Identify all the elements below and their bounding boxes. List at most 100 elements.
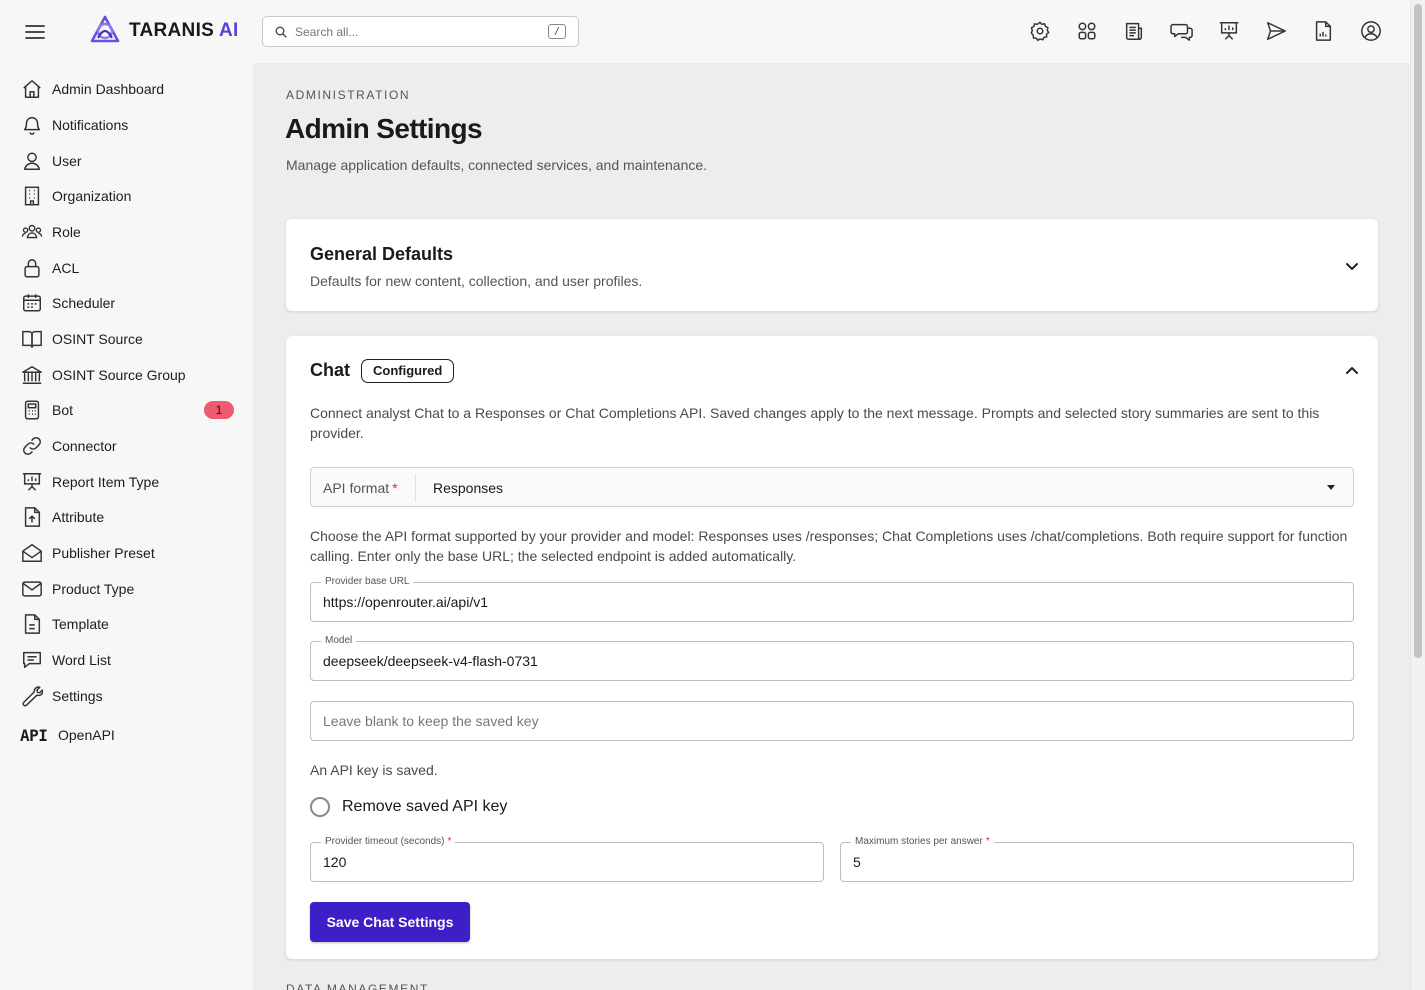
- general-defaults-description: Defaults for new content, collection, an…: [310, 273, 643, 289]
- sidebar-item-connector[interactable]: Connector: [20, 431, 240, 461]
- api-format-value: Responses: [433, 480, 504, 496]
- sidebar-item-label: Scheduler: [52, 295, 116, 311]
- sidebar-item-label: OSINT Source: [52, 331, 143, 347]
- provider-timeout-input[interactable]: [323, 854, 810, 870]
- sidebar-item-label: Report Item Type: [52, 474, 160, 490]
- main-content: ADMINISTRATION Admin Settings Manage app…: [253, 63, 1410, 990]
- top-nav-icons: [1016, 14, 1394, 48]
- sidebar-item-label: Admin Dashboard: [52, 81, 165, 97]
- sidebar-item-label: Settings: [52, 688, 103, 704]
- sidebar-item-label: OSINT Source Group: [52, 367, 186, 383]
- remove-api-key-option[interactable]: Remove saved API key: [310, 797, 507, 817]
- sidebar-item-osint-source[interactable]: OSINT Source: [20, 324, 240, 354]
- global-search[interactable]: /: [262, 16, 579, 47]
- provider-timeout-label: Provider timeout (seconds) *: [321, 836, 456, 848]
- institution-icon: [20, 363, 44, 387]
- page-eyebrow: ADMINISTRATION: [286, 88, 411, 102]
- sidebar-item-report-item-type[interactable]: Report Item Type: [20, 467, 240, 497]
- top-bar: TARANIS AI /: [0, 0, 1410, 63]
- search-icon: [275, 26, 287, 38]
- api-format-label: API format *: [323, 480, 398, 496]
- sidebar-item-scheduler[interactable]: Scheduler: [20, 288, 240, 318]
- sidebar-item-label: Word List: [52, 652, 111, 668]
- model-label: Model: [321, 635, 357, 647]
- dashboard-grid-icon[interactable]: [1063, 14, 1110, 48]
- taranis-logo-icon: [90, 15, 120, 43]
- page-scrollbar[interactable]: [1410, 0, 1425, 990]
- api-key-input[interactable]: [323, 713, 1313, 729]
- newspaper-icon[interactable]: [1111, 14, 1158, 48]
- sidebar-item-label: Notifications: [52, 117, 129, 133]
- sidebar-item-word-list[interactable]: Word List: [20, 645, 240, 675]
- chevron-up-icon[interactable]: [1342, 361, 1362, 381]
- provider-base-url-input[interactable]: [323, 594, 1313, 610]
- calculator-icon: [20, 398, 44, 422]
- provider-base-url-label: Provider base URL: [321, 576, 414, 588]
- scrollbar-thumb[interactable]: [1414, 4, 1422, 658]
- home-icon: [20, 77, 44, 101]
- bell-icon: [20, 113, 44, 137]
- sidebar-item-settings[interactable]: Settings: [20, 681, 240, 711]
- sidebar-item-openapi[interactable]: API OpenAPI: [20, 720, 240, 750]
- sidebar-item-organization[interactable]: Organization: [20, 181, 240, 211]
- api-format-help: Choose the API format supported by your …: [310, 528, 1348, 564]
- book-open-icon: [20, 327, 44, 351]
- model-field: Model: [310, 635, 1354, 681]
- lock-icon: [20, 256, 44, 280]
- general-defaults-title: General Defaults: [310, 244, 454, 264]
- general-defaults-panel[interactable]: General Defaults Defaults for new conten…: [286, 219, 1378, 311]
- chat-panel: Chat Configured Connect analyst Chat to …: [286, 336, 1378, 959]
- wrench-icon: [20, 684, 44, 708]
- user-circle-icon[interactable]: [1347, 14, 1394, 48]
- file-upload-icon: [20, 505, 44, 529]
- data-management-eyebrow: DATA MANAGEMENT: [286, 982, 429, 990]
- provider-base-url-field: Provider base URL: [310, 576, 1354, 622]
- app-name: TARANIS AI: [129, 20, 239, 41]
- sidebar-item-label: Connector: [52, 438, 117, 454]
- send-icon[interactable]: [1252, 14, 1299, 48]
- user-icon: [20, 149, 44, 173]
- api-format-select[interactable]: API format * Responses: [310, 467, 1354, 507]
- chevron-down-icon[interactable]: [1342, 256, 1362, 276]
- presentation-chart-icon[interactable]: [1205, 14, 1252, 48]
- sidebar-item-attribute[interactable]: Attribute: [20, 502, 240, 532]
- sidebar-item-admin-dashboard[interactable]: Admin Dashboard: [20, 74, 240, 104]
- sidebar-item-label: Template: [52, 616, 109, 632]
- search-input[interactable]: [295, 24, 535, 39]
- sidebar-item-publisher-preset[interactable]: Publisher Preset: [20, 538, 240, 568]
- bot-count-badge: 1: [204, 401, 234, 419]
- sidebar-item-product-type[interactable]: Product Type: [20, 574, 240, 604]
- page-title: Admin Settings: [285, 113, 483, 144]
- sidebar-item-label: Product Type: [52, 581, 135, 597]
- building-icon: [20, 184, 44, 208]
- sidebar-item-template[interactable]: Template: [20, 609, 240, 639]
- document-chart-icon[interactable]: [1300, 14, 1347, 48]
- sidebar-item-label: Publisher Preset: [52, 545, 155, 561]
- sidebar-item-user[interactable]: User: [20, 146, 240, 176]
- max-stories-field: Maximum stories per answer *: [840, 836, 1354, 882]
- sidebar-item-bot[interactable]: Bot 1: [20, 395, 240, 425]
- app-logo[interactable]: TARANIS AI: [87, 14, 239, 48]
- max-stories-input[interactable]: [853, 854, 1340, 870]
- envelope-icon: [20, 577, 44, 601]
- link-icon: [20, 434, 44, 458]
- file-text-icon: [20, 612, 44, 636]
- presentation-chart-icon: [20, 470, 44, 494]
- sidebar-item-osint-source-group[interactable]: OSINT Source Group: [20, 360, 240, 390]
- sidebar: Admin Dashboard Notifications User Organ…: [0, 63, 253, 990]
- api-icon: API: [20, 725, 48, 745]
- select-divider: [415, 474, 416, 502]
- api-key-field: [310, 701, 1354, 741]
- menu-icon[interactable]: [22, 20, 48, 44]
- users-group-icon: [20, 220, 44, 244]
- sidebar-item-acl[interactable]: ACL: [20, 253, 240, 283]
- save-chat-settings-button[interactable]: Save Chat Settings: [310, 902, 470, 942]
- gear-icon[interactable]: [1016, 14, 1063, 48]
- calendar-icon: [20, 291, 44, 315]
- sidebar-item-notifications[interactable]: Notifications: [20, 110, 240, 140]
- chat-bubbles-icon[interactable]: [1158, 14, 1205, 48]
- api-key-status: An API key is saved.: [310, 762, 438, 778]
- model-input[interactable]: [323, 653, 1313, 669]
- sidebar-item-role[interactable]: Role: [20, 217, 240, 247]
- remove-api-key-checkbox[interactable]: [310, 797, 330, 817]
